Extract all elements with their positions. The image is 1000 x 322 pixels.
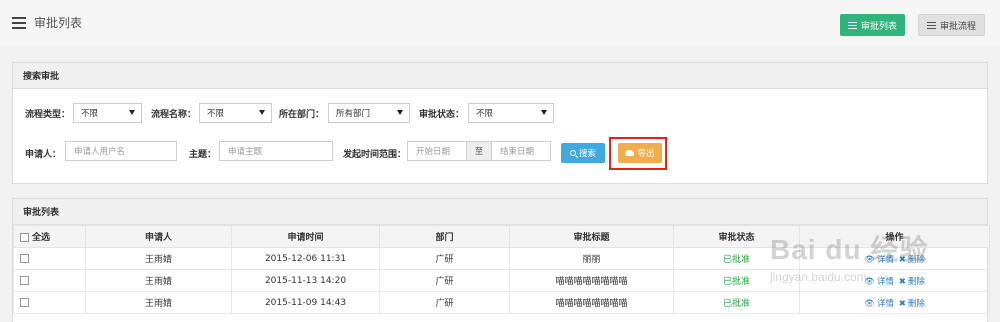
search-button-label: 搜索 [578, 149, 596, 159]
time-cell: 2015-12-06 11:31 [231, 247, 380, 270]
approval-flow-button[interactable]: 审批流程 [918, 14, 986, 36]
details-link[interactable]: 详情 [877, 299, 894, 309]
eye-icon: 👁 [864, 298, 875, 309]
status-cell: 已批准 [673, 291, 800, 314]
column-header-time: 申请时间 [231, 225, 380, 248]
close-icon: ✖ [898, 276, 906, 287]
title-cell: 喵喵喵喵喵喵喵喵 [509, 269, 674, 292]
details-link[interactable]: 详情 [877, 277, 894, 287]
column-header-department: 部门 [379, 225, 510, 248]
department-cell: 广研 [379, 247, 510, 270]
row-checkbox[interactable] [20, 253, 29, 263]
row-select-cell [13, 247, 86, 270]
row-select-cell [13, 291, 86, 314]
search-icon [569, 150, 576, 156]
delete-link[interactable]: 删除 [908, 255, 925, 265]
department-cell: 广研 [379, 269, 510, 292]
row-checkbox[interactable] [20, 297, 29, 307]
approval-list-button[interactable]: 审批列表 [840, 14, 906, 36]
status-value: 不限 [476, 109, 494, 119]
row-select-cell [13, 269, 86, 292]
delete-link[interactable]: 删除 [908, 299, 925, 309]
status-cell: 已批准 [673, 247, 800, 270]
select-all-checkbox[interactable] [20, 233, 29, 242]
time-cell: 2015-11-09 14:43 [231, 291, 380, 314]
column-header-actions: 操作 [799, 225, 990, 248]
table-row: 王雨婧 2015-11-09 14:43 广研 喵喵喵喵喵喵喵喵 已批准 👁 详情… [13, 291, 990, 314]
select-all-label: 全选 [32, 233, 51, 243]
flow-name-value: 不限 [207, 109, 225, 119]
cloud-download-icon [625, 150, 635, 156]
eye-icon: 👁 [864, 276, 875, 287]
column-header-title: 审批标题 [509, 225, 674, 248]
department-label: 所在部门： [279, 110, 325, 120]
department-select[interactable]: 所有部门 [328, 103, 410, 123]
actions-cell: 👁 详情 ✖ 删除 [799, 247, 990, 270]
eye-icon: 👁 [864, 254, 875, 265]
table-header-row: 全选 申请人 申请时间 部门 审批标题 审批状态 操作 [13, 225, 990, 248]
time-range-label: 发起时间范围： [343, 150, 407, 160]
title-cell: 喵喵喵喵喵喵喵喵 [509, 291, 674, 314]
department-cell: 广研 [379, 291, 510, 314]
applicant-cell: 王雨婧 [85, 247, 232, 270]
applicant-input[interactable]: 申请人用户名 [65, 141, 177, 161]
column-header-status: 审批状态 [673, 225, 800, 248]
approval-table: 全选 申请人 申请时间 部门 审批标题 审批状态 操作 王雨婧 2015-12-… [13, 225, 990, 314]
applicant-label: 申请人： [25, 150, 62, 160]
flow-type-value: 不限 [81, 109, 99, 119]
caret-down-icon [259, 110, 265, 115]
details-link[interactable]: 详情 [877, 255, 894, 265]
search-button[interactable]: 搜索 [561, 143, 605, 163]
subject-label: 主题： [189, 150, 217, 160]
list-icon [12, 16, 26, 29]
flow-name-select[interactable]: 不限 [199, 103, 272, 123]
flow-type-label: 流程类型： [25, 110, 71, 120]
applicant-cell: 王雨婧 [85, 291, 232, 314]
page-header: 审批列表 审批列表 审批流程 [0, 0, 1000, 46]
time-cell: 2015-11-13 14:20 [231, 269, 380, 292]
approval-list-button-label: 审批列表 [861, 21, 898, 32]
status-select[interactable]: 不限 [468, 103, 554, 123]
caret-down-icon [129, 110, 135, 115]
title-cell: 丽丽 [509, 247, 674, 270]
flow-name-label: 流程名称： [151, 110, 197, 120]
start-date-input[interactable]: 开始日期 [407, 141, 467, 161]
actions-cell: 👁 详情 ✖ 删除 [799, 291, 990, 314]
table-row: 王雨婧 2015-12-06 11:31 广研 丽丽 已批准 👁 详情 ✖ 删除 [13, 247, 990, 270]
applicant-cell: 王雨婧 [85, 269, 232, 292]
list-panel-title: 审批列表 [13, 199, 987, 225]
caret-down-icon [541, 110, 547, 115]
row-checkbox[interactable] [20, 275, 29, 285]
close-icon: ✖ [898, 298, 906, 309]
search-panel: 搜索审批 流程类型： 不限 流程名称： 不限 所在部门： 所有部门 审批状态： … [12, 62, 988, 184]
approval-flow-button-label: 审批流程 [940, 21, 977, 32]
close-icon: ✖ [898, 254, 906, 265]
page-title-text: 审批列表 [34, 16, 83, 30]
flow-type-select[interactable]: 不限 [73, 103, 142, 123]
search-panel-title: 搜索审批 [13, 63, 987, 89]
list-icon [848, 21, 857, 29]
caret-down-icon [397, 110, 403, 115]
end-date-input[interactable]: 结束日期 [491, 141, 551, 161]
status-cell: 已批准 [673, 269, 800, 292]
export-button-label: 导出 [637, 149, 655, 159]
table-row: 王雨婧 2015-11-13 14:20 广研 喵喵喵喵喵喵喵喵 已批准 👁 详情… [13, 269, 990, 292]
subject-input[interactable]: 申请主题 [219, 141, 333, 161]
list-icon [927, 21, 936, 29]
list-panel: 审批列表 全选 申请人 申请时间 部门 审批标题 审批状态 操作 王雨婧 201… [12, 198, 990, 322]
page-title: 审批列表 [12, 14, 82, 31]
date-separator: 至 [467, 141, 491, 161]
status-label: 审批状态： [419, 110, 465, 120]
delete-link[interactable]: 删除 [908, 277, 925, 287]
export-button[interactable]: 导出 [618, 143, 662, 163]
select-all-header[interactable]: 全选 [13, 225, 86, 248]
column-header-applicant: 申请人 [85, 225, 232, 248]
actions-cell: 👁 详情 ✖ 删除 [799, 269, 990, 292]
department-value: 所有部门 [336, 109, 371, 119]
